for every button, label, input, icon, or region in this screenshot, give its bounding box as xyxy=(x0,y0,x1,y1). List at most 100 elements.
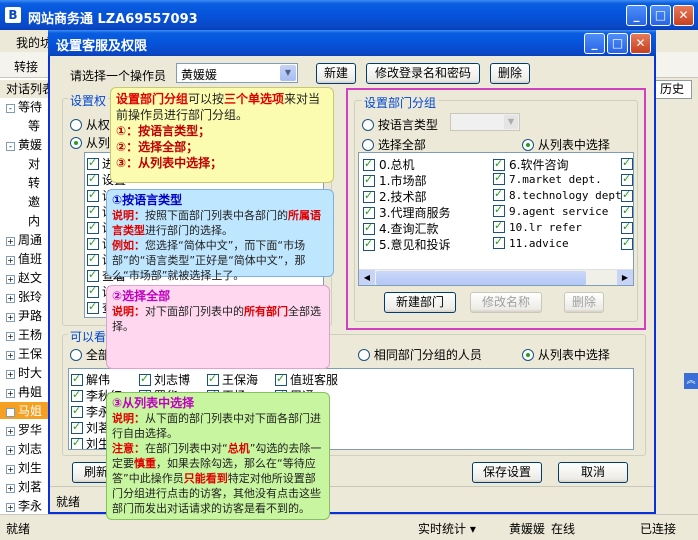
delete-dept-button[interactable]: 删除 xyxy=(564,292,604,313)
dept-item[interactable]: 9.agent service xyxy=(493,203,608,220)
checkbox[interactable] xyxy=(71,420,83,434)
visible-radio-same[interactable]: 相同部门分组的人员 xyxy=(358,346,482,363)
toolbar-transfer-button[interactable]: 转接 xyxy=(14,58,38,75)
modify-login-button[interactable]: 修改登录名和密码 xyxy=(366,63,480,84)
dept-item[interactable]: 1.市场部 xyxy=(363,172,426,188)
tree-item[interactable]: + 赵文 xyxy=(0,269,50,286)
right-scroll-chevron[interactable]: ︽ xyxy=(684,373,698,389)
person-item[interactable]: 李永 xyxy=(71,403,110,419)
dept-radio-list[interactable]: 从列表中选择 xyxy=(522,136,610,153)
checkbox[interactable] xyxy=(621,220,633,234)
checkbox[interactable] xyxy=(363,221,375,235)
main-minimize-button[interactable]: _ xyxy=(626,5,647,26)
checkbox[interactable] xyxy=(363,173,375,187)
checkbox[interactable] xyxy=(363,189,375,203)
person-item[interactable]: 刘志博 xyxy=(139,371,190,387)
expand-toggle-icon[interactable]: + xyxy=(6,275,15,284)
checkbox[interactable] xyxy=(363,157,375,171)
expand-toggle-icon[interactable]: + xyxy=(6,484,15,493)
delete-operator-button[interactable]: 删除 xyxy=(490,63,530,84)
expand-toggle-icon[interactable]: + xyxy=(6,256,15,265)
checkbox[interactable] xyxy=(87,252,99,266)
expand-toggle-icon[interactable]: + xyxy=(6,294,15,303)
checkbox[interactable] xyxy=(621,204,633,218)
checkbox[interactable] xyxy=(275,372,287,386)
scroll-left-icon[interactable]: ◀ xyxy=(359,270,375,285)
checkbox[interactable] xyxy=(363,237,375,251)
tree-item[interactable]: 对 xyxy=(0,155,50,172)
tree-item[interactable]: + 刘茗 xyxy=(0,478,50,495)
person-item[interactable]: 值班客服 xyxy=(275,371,338,387)
main-close-button[interactable]: ✕ xyxy=(673,5,694,26)
checkbox[interactable] xyxy=(71,404,83,418)
language-select[interactable]: ▼ xyxy=(450,113,520,131)
tree-item[interactable]: + 马姐 xyxy=(0,402,50,419)
dept-item[interactable]: 6.软件咨询 xyxy=(493,156,568,172)
tree-item[interactable]: - 等待 xyxy=(0,98,50,115)
expand-toggle-icon[interactable]: + xyxy=(6,351,15,360)
checkbox[interactable] xyxy=(87,236,99,250)
scroll-right-icon[interactable]: ▶ xyxy=(617,270,633,285)
tree-item[interactable]: + 王保 xyxy=(0,345,50,362)
checkbox[interactable] xyxy=(87,156,99,170)
visible-radio-list[interactable]: 从列表中选择 xyxy=(522,346,610,363)
tree-item[interactable]: + 刘生 xyxy=(0,459,50,476)
checkbox[interactable] xyxy=(363,205,375,219)
checkbox[interactable] xyxy=(493,235,505,249)
expand-toggle-icon[interactable]: + xyxy=(6,465,15,474)
tree-item[interactable]: + 时大 xyxy=(0,364,50,381)
perm-radio-1[interactable]: 从权 xyxy=(70,116,110,133)
new-operator-button[interactable]: 新建 xyxy=(316,63,356,84)
checkbox[interactable] xyxy=(621,172,633,186)
tree-item[interactable]: + 罗华 xyxy=(0,421,50,438)
expand-toggle-icon[interactable]: + xyxy=(6,389,15,398)
checkbox[interactable] xyxy=(71,436,83,449)
save-settings-button[interactable]: 保存设置 xyxy=(472,462,542,483)
expand-toggle-icon[interactable]: + xyxy=(6,427,15,436)
dialog-minimize-button[interactable]: _ xyxy=(584,33,605,54)
expand-toggle-icon[interactable]: + xyxy=(6,313,15,322)
menu-item-first[interactable]: 我的坊 xyxy=(16,34,52,51)
dialog-close-button[interactable]: ✕ xyxy=(630,33,651,54)
history-tab[interactable]: 历史 xyxy=(652,80,692,99)
checkbox[interactable] xyxy=(139,372,151,386)
expand-toggle-icon[interactable]: + xyxy=(6,370,15,379)
checkbox[interactable] xyxy=(87,188,99,202)
checkbox[interactable] xyxy=(493,157,505,171)
dialog-maximize-button[interactable]: □ xyxy=(607,33,628,54)
cancel-button[interactable]: 取消 xyxy=(558,462,628,483)
checkbox[interactable] xyxy=(87,172,99,186)
left-tab-dialog-list[interactable]: 对话列表 xyxy=(0,80,52,98)
checkbox[interactable] xyxy=(493,219,505,233)
expand-toggle-icon[interactable]: + xyxy=(6,503,15,512)
dept-item[interactable]: 2.技术部 xyxy=(363,188,426,204)
checkbox[interactable] xyxy=(87,268,99,282)
tree-item[interactable]: + 周通 xyxy=(0,231,50,248)
checkbox[interactable] xyxy=(493,171,505,185)
tree-item[interactable]: - 黄媛 xyxy=(0,136,50,153)
dept-item[interactable]: 3.代理商服务 xyxy=(363,204,450,220)
person-item[interactable]: 解伟 xyxy=(71,371,110,387)
dept-radio-all[interactable]: 选择全部 xyxy=(362,136,426,153)
checkbox[interactable] xyxy=(621,156,633,170)
dept-list[interactable]: ◀ ▶ 0.总机 1.市场部 2.技术部 3.代理商服务 4.查询汇款 5.意见和投诉 6.… xyxy=(358,152,634,286)
dept-item[interactable]: 7.market dept. xyxy=(493,171,602,188)
dept-list-scroll-thumb[interactable] xyxy=(376,271,586,285)
new-dept-button[interactable]: 新建部门 xyxy=(384,292,456,313)
perm-radio-2[interactable]: 从列 xyxy=(70,134,110,151)
dept-item[interactable]: 5.意见和投诉 xyxy=(363,236,450,252)
tree-item[interactable]: + 张玲 xyxy=(0,288,50,305)
checkbox[interactable] xyxy=(493,203,505,217)
dept-list-hscroll[interactable]: ◀ ▶ xyxy=(359,269,633,285)
dept-item[interactable]: 10.lr refer xyxy=(493,219,582,236)
checkbox[interactable] xyxy=(493,187,505,201)
expand-toggle-icon[interactable]: - xyxy=(6,142,15,151)
checkbox[interactable] xyxy=(71,372,83,386)
checkbox[interactable] xyxy=(87,300,99,314)
checkbox[interactable] xyxy=(87,204,99,218)
person-item[interactable]: 王保海 xyxy=(207,371,258,387)
expand-toggle-icon[interactable]: + xyxy=(6,446,15,455)
tree-item[interactable]: 内 xyxy=(0,212,50,229)
tree-item[interactable]: 邀 xyxy=(0,193,50,210)
operator-select[interactable]: 黄媛媛 ▼ xyxy=(176,63,298,83)
